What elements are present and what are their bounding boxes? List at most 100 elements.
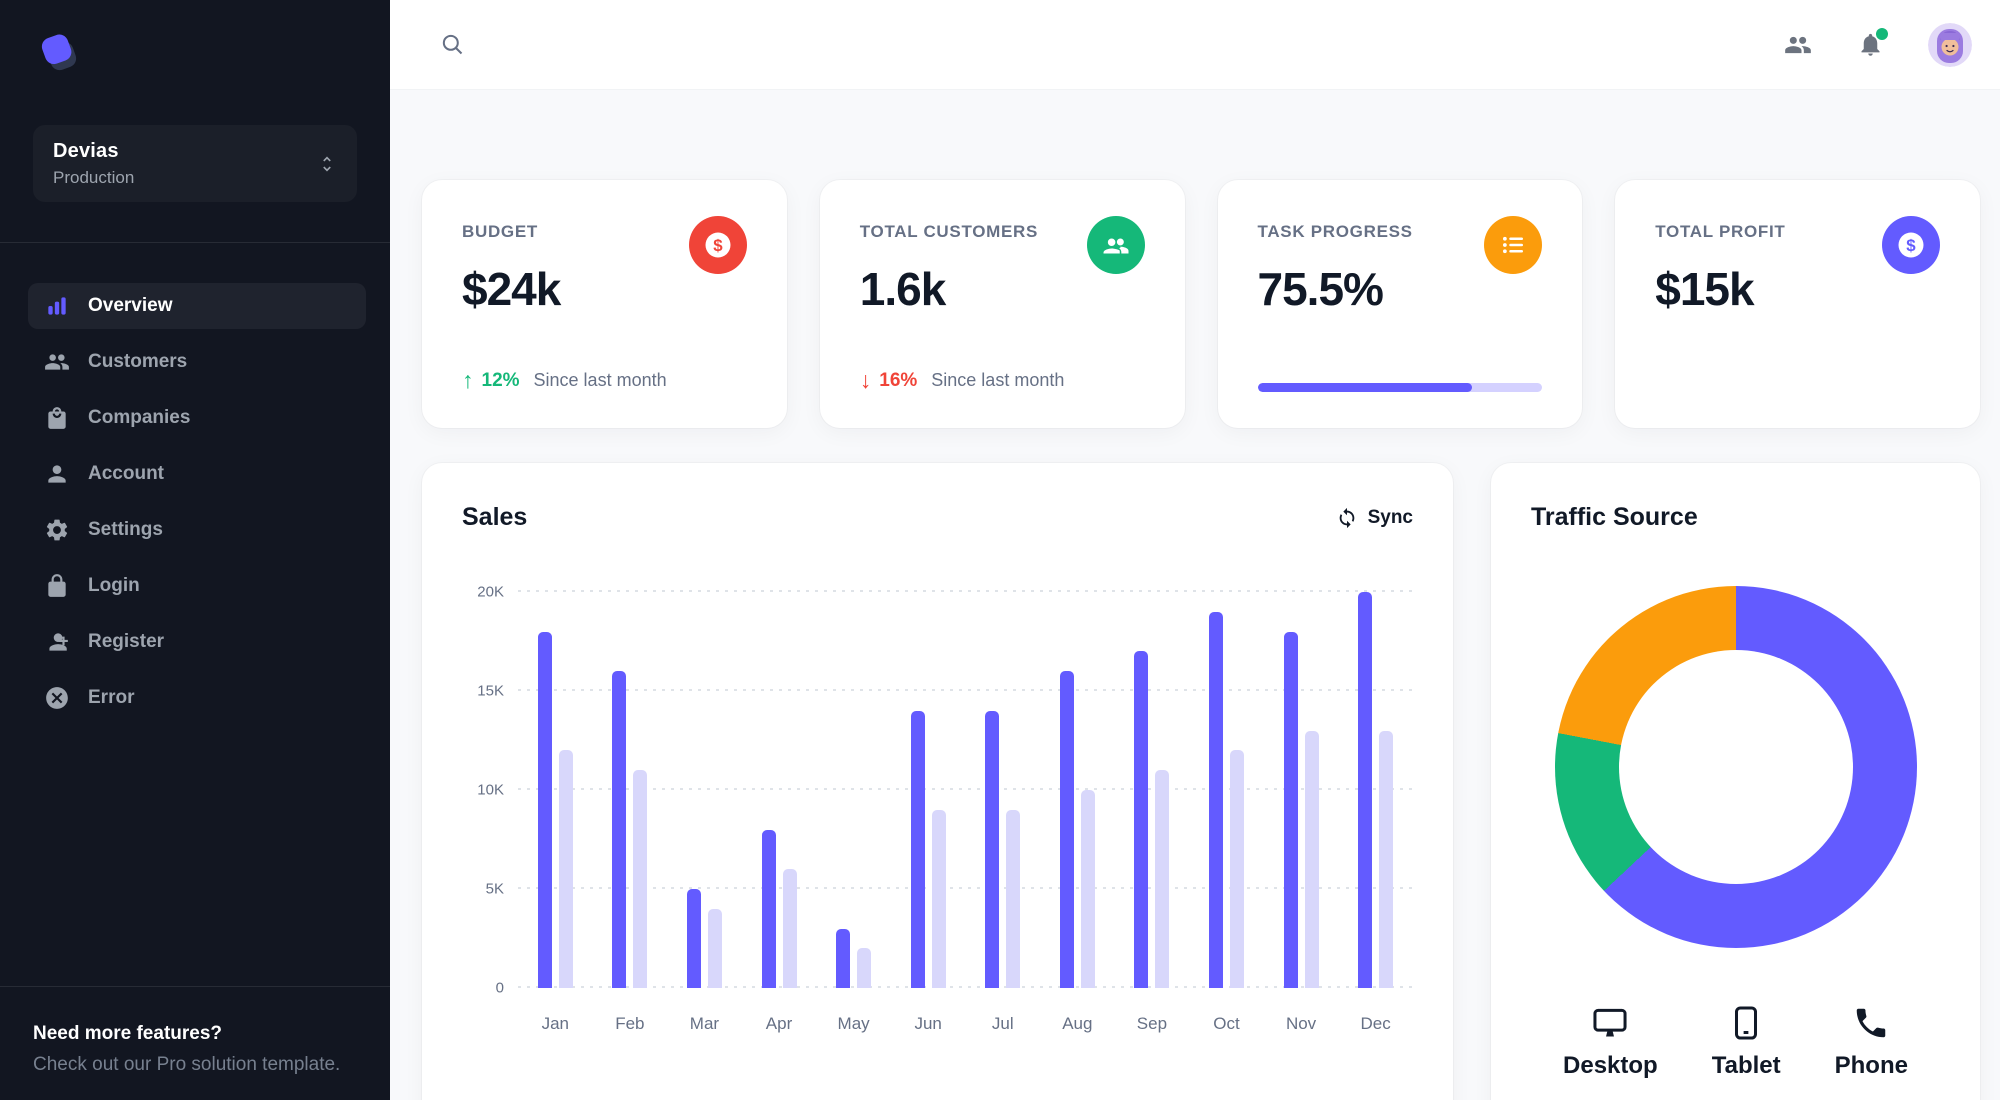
devias-logo-icon	[41, 34, 77, 71]
sidebar-footer: Need more features? Check out our Pro so…	[0, 986, 390, 1100]
sync-icon	[1339, 507, 1354, 528]
bar-this-year-jun	[910, 710, 925, 988]
bar-group-nov	[1264, 592, 1339, 988]
bar-this-year-mar	[686, 889, 701, 988]
bar-group-dec	[1338, 592, 1413, 988]
sidebar-item-account[interactable]: Account	[28, 451, 366, 497]
trend-up-arrow-icon: ↑	[462, 367, 474, 393]
bar-group-apr	[742, 592, 817, 988]
notifications-bell-icon[interactable]	[1856, 27, 1888, 59]
x-tick-label: Oct	[1213, 1014, 1240, 1033]
budget-trend-value: 12%	[481, 369, 520, 391]
x-tick-label: Jun	[914, 1014, 942, 1033]
dollar-circle-icon: $	[688, 216, 747, 274]
unfold-chevron-icon	[323, 156, 331, 171]
trend-down-arrow-icon: ↓	[859, 367, 872, 393]
phone-icon	[1857, 1008, 1886, 1038]
bar-group-oct	[1189, 592, 1264, 988]
customers-label: TOTAL CUSTOMERS	[859, 222, 1039, 241]
sidebar-item-label: Error	[88, 687, 135, 708]
x-tick-label: Aug	[1062, 1014, 1093, 1033]
x-tick-label: Feb	[615, 1014, 645, 1033]
traffic-legend: Desktop Tablet Phone	[1531, 1004, 1940, 1080]
task-progress-bar	[1257, 383, 1543, 392]
sidebar-item-customers[interactable]: Customers	[28, 339, 366, 385]
x-tick-label: Jul	[991, 1014, 1014, 1033]
x-tick-label: Jan	[541, 1014, 569, 1033]
topbar	[390, 0, 2000, 90]
dashboard-content: BUDGET $24k $ ↑ 12% Since last month TOT…	[390, 90, 2000, 1100]
bar-last-year-apr	[782, 869, 797, 988]
chart-bar-icon	[44, 293, 70, 319]
bar-this-year-jul	[985, 710, 1000, 988]
tablet-icon	[1735, 1006, 1758, 1040]
bar-last-year-jan	[558, 750, 573, 988]
dollar-circle-icon: $	[1882, 216, 1940, 274]
sales-bar-chart: 0 5K 10K 15K 20K Jan Feb Mar Apr May Jun Jul Aug Sep…	[462, 584, 1413, 1034]
bar-this-year-oct	[1208, 611, 1223, 988]
y-tick-label: 5K	[485, 880, 504, 898]
legend-item-tablet: Tablet	[1712, 1004, 1781, 1080]
sidebar-item-label: Companies	[88, 407, 191, 428]
workspace-name: Devias	[53, 139, 119, 162]
traffic-donut-chart	[1554, 586, 1917, 948]
main-area: BUDGET $24k $ ↑ 12% Since last month TOT…	[390, 0, 2000, 1100]
svg-text:$: $	[1906, 236, 1916, 255]
bar-last-year-jul	[1006, 809, 1021, 988]
sales-card: Sales Sync 0 5K 10K 15K 20K Jan Feb Mar Apr May J…	[422, 463, 1453, 1100]
lock-icon	[44, 573, 70, 599]
users-circle-icon	[1086, 216, 1145, 274]
sidebar-item-companies[interactable]: Companies	[28, 395, 366, 441]
legend-item-phone: Phone	[1835, 1004, 1908, 1080]
user-icon	[44, 461, 70, 487]
bar-group-feb	[593, 592, 668, 988]
bar-last-year-nov	[1304, 730, 1319, 988]
bar-last-year-feb	[633, 770, 648, 988]
bar-group-may	[816, 592, 891, 988]
traffic-source-card: Traffic Source Desktop Tablet Phone	[1491, 463, 1980, 1100]
contacts-icon[interactable]	[1784, 31, 1812, 59]
y-tick-label: 20K	[477, 583, 504, 601]
charts-row: Sales Sync 0 5K 10K 15K 20K Jan Feb Mar Apr May J…	[422, 463, 1980, 1100]
stats-row: BUDGET $24k $ ↑ 12% Since last month TOT…	[422, 180, 1980, 428]
sidebar-item-error[interactable]: Error	[28, 675, 366, 721]
customers-trend-value: 16%	[879, 369, 918, 391]
bar-last-year-may	[857, 948, 872, 988]
sales-bar-plot	[518, 590, 1413, 988]
bar-this-year-jan	[537, 631, 552, 988]
sidebar-item-overview[interactable]: Overview	[28, 283, 366, 329]
x-tick-label: Sep	[1136, 1014, 1168, 1033]
bar-this-year-feb	[612, 671, 627, 988]
x-tick-label: May	[837, 1014, 870, 1033]
budget-trend-caption: Since last month	[533, 370, 667, 390]
legend-item-desktop: Desktop	[1563, 1004, 1658, 1080]
sidebar-item-settings[interactable]: Settings	[28, 507, 366, 553]
bar-group-jan	[518, 592, 593, 988]
bar-group-jun	[891, 592, 966, 988]
svg-text:$: $	[713, 236, 723, 255]
sidebar-item-login[interactable]: Login	[28, 563, 366, 609]
list-bullet-circle-icon	[1484, 216, 1543, 274]
budget-value: $24k	[462, 263, 561, 315]
legend-label: Desktop	[1563, 1052, 1658, 1079]
workspace-selector[interactable]: Devias Production	[33, 125, 357, 202]
user-avatar[interactable]	[1928, 22, 1972, 67]
bar-this-year-nov	[1283, 631, 1298, 988]
x-tick-label: Dec	[1360, 1014, 1391, 1033]
bar-group-aug	[1040, 592, 1115, 988]
logo[interactable]	[0, 0, 390, 81]
total-profit-card: TOTAL PROFIT $15k $	[1615, 180, 1980, 428]
users-icon	[44, 349, 70, 375]
bar-this-year-aug	[1059, 671, 1074, 988]
sidebar-item-label: Settings	[88, 519, 163, 540]
gear-icon	[44, 517, 70, 543]
sidebar-item-register[interactable]: Register	[28, 619, 366, 665]
search-icon[interactable]	[438, 31, 466, 59]
workspace-environment: Production	[53, 167, 135, 187]
sync-button[interactable]: Sync	[1336, 507, 1413, 529]
bar-last-year-jun	[931, 809, 946, 988]
customers-trend-caption: Since last month	[931, 370, 1065, 390]
bar-last-year-dec	[1379, 730, 1394, 988]
bar-this-year-sep	[1134, 651, 1149, 988]
x-tick-label: Mar	[689, 1014, 720, 1033]
